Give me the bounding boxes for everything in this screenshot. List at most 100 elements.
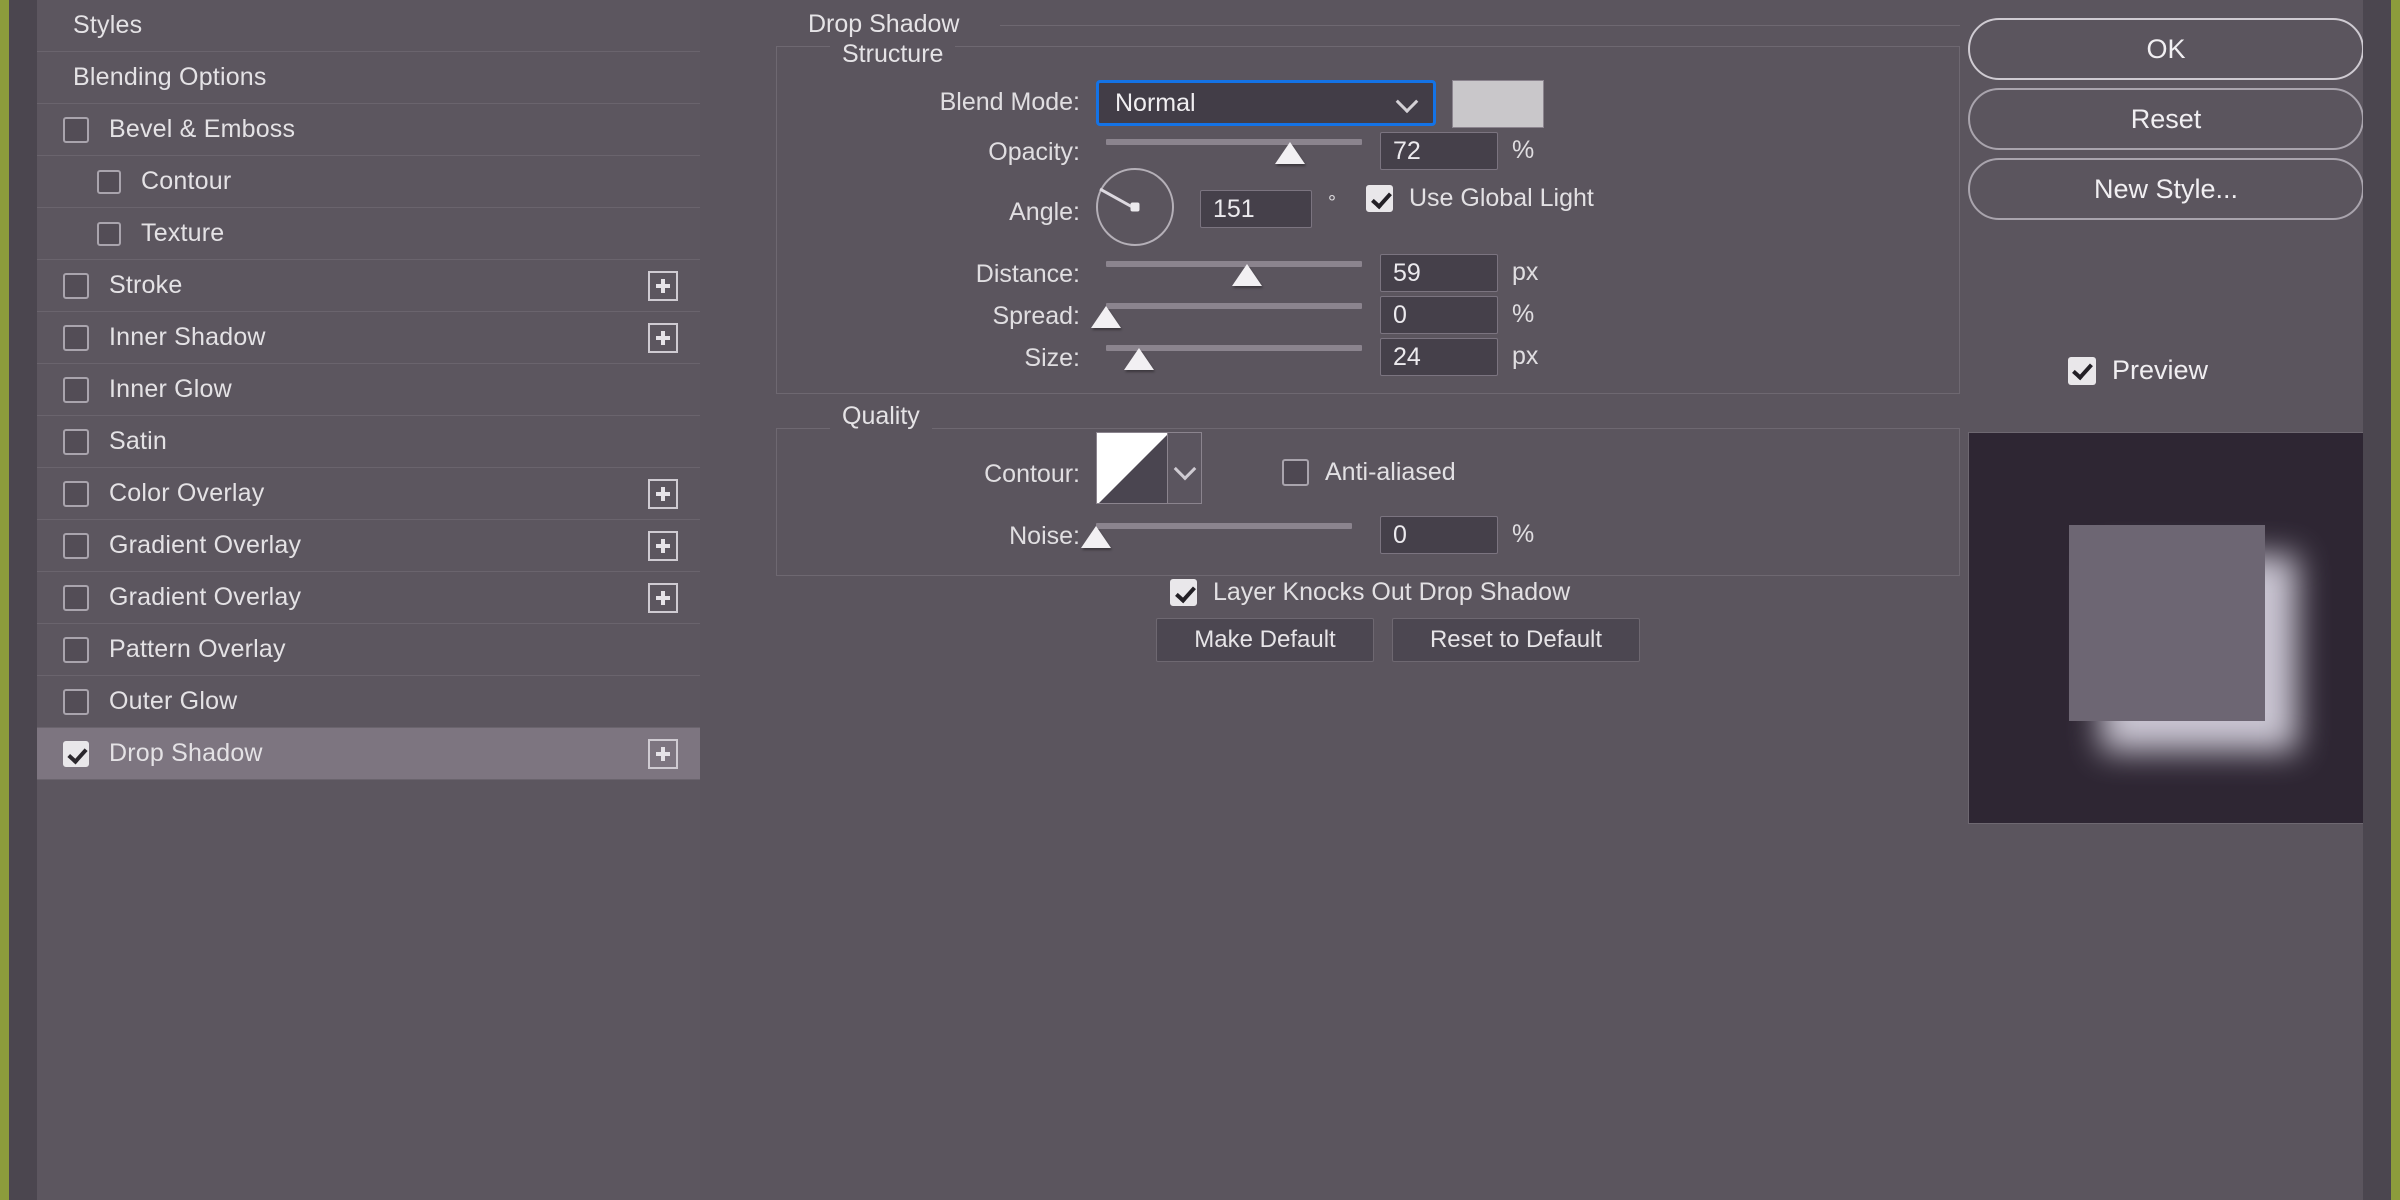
effect-toggle-checkbox[interactable] [97, 221, 121, 246]
effect-toggle-checkbox[interactable] [63, 532, 89, 559]
sidebar-item-inner-shadow[interactable]: Inner Shadow [37, 312, 700, 364]
effect-toggle-checkbox[interactable] [63, 740, 89, 767]
angle-dial-hub [1130, 202, 1140, 212]
sidebar-item-label: Pattern Overlay [109, 635, 286, 663]
spread-unit: % [1512, 300, 1535, 328]
sidebar-item-blending-options[interactable]: Blending Options [37, 52, 700, 104]
blend-mode-value: Normal [1115, 88, 1196, 117]
distance-value: 59 [1393, 258, 1421, 287]
noise-slider[interactable] [1081, 518, 1352, 548]
noise-unit: % [1512, 520, 1535, 548]
opacity-input[interactable]: 72 [1380, 132, 1498, 170]
effect-title-rule [1000, 25, 1960, 26]
sidebar-item-label: Contour [141, 167, 232, 195]
add-effect-plus-icon[interactable] [648, 270, 678, 301]
right-accent-bar [2391, 0, 2400, 1200]
sidebar-item-label: Satin [109, 427, 167, 455]
effect-toggle-checkbox[interactable] [63, 272, 89, 299]
sidebar-item-gradient-overlay[interactable]: Gradient Overlay [37, 572, 700, 624]
sidebar-item-label: Stroke [109, 271, 183, 299]
spread-label: Spread: [992, 302, 1080, 330]
angle-dial[interactable] [1096, 168, 1174, 246]
chevron-down-icon[interactable] [1168, 432, 1202, 504]
reset-to-default-button[interactable]: Reset to Default [1392, 618, 1640, 662]
sidebar-item-inner-glow[interactable]: Inner Glow [37, 364, 700, 416]
effect-title: Drop Shadow [796, 10, 972, 39]
sidebar-item-satin[interactable]: Satin [37, 416, 700, 468]
add-effect-plus-icon[interactable] [648, 530, 678, 561]
dialog-actions-panel: OK Reset New Style... Preview [1960, 0, 2370, 1200]
structure-legend: Structure [830, 40, 956, 69]
sidebar-item-bevel-emboss[interactable]: Bevel & Emboss [37, 104, 700, 156]
sidebar-item-label: Gradient Overlay [109, 583, 302, 611]
effect-toggle-checkbox[interactable] [63, 376, 89, 403]
sidebar-item-styles[interactable]: Styles [37, 0, 700, 52]
contour-picker[interactable] [1096, 432, 1202, 504]
distance-unit: px [1512, 258, 1539, 286]
effect-toggle-checkbox[interactable] [97, 169, 121, 194]
sidebar-item-label: Drop Shadow [109, 739, 263, 767]
left-accent-bar [0, 0, 9, 1200]
spread-slider[interactable] [1091, 298, 1362, 328]
opacity-slider[interactable] [1106, 134, 1362, 164]
sidebar-item-outer-glow[interactable]: Outer Glow [37, 676, 700, 728]
make-default-button[interactable]: Make Default [1156, 618, 1374, 662]
add-effect-plus-icon[interactable] [648, 322, 678, 353]
sidebar-item-label: Texture [141, 219, 225, 247]
noise-input[interactable]: 0 [1380, 516, 1498, 554]
size-unit: px [1512, 342, 1539, 370]
size-value: 24 [1393, 342, 1421, 371]
sidebar-item-label: Outer Glow [109, 687, 238, 715]
angle-value: 151 [1213, 194, 1255, 223]
use-global-light-label: Use Global Light [1409, 184, 1594, 212]
add-effect-plus-icon[interactable] [648, 738, 678, 769]
add-effect-plus-icon[interactable] [648, 582, 678, 613]
shadow-color-swatch[interactable] [1452, 80, 1544, 128]
effect-toggle-checkbox[interactable] [63, 324, 89, 351]
spread-input[interactable]: 0 [1380, 296, 1498, 334]
checkbox-box [1282, 459, 1309, 486]
distance-slider[interactable] [1106, 256, 1362, 286]
distance-input[interactable]: 59 [1380, 254, 1498, 292]
effect-toggle-checkbox[interactable] [63, 480, 89, 507]
contour-preview-swatch [1096, 432, 1168, 504]
slider-thumb[interactable] [1081, 526, 1111, 548]
effect-toggle-checkbox[interactable] [63, 584, 89, 611]
blend-mode-select[interactable]: Normal [1096, 80, 1436, 126]
sidebar-item-contour[interactable]: Contour [37, 156, 700, 208]
slider-thumb[interactable] [1091, 306, 1121, 328]
ok-button[interactable]: OK [1968, 18, 2364, 80]
layer-knocks-out-checkbox[interactable]: Layer Knocks Out Drop Shadow [1170, 578, 1570, 607]
sidebar-item-label: Color Overlay [109, 479, 265, 507]
sidebar-item-stroke[interactable]: Stroke [37, 260, 700, 312]
size-input[interactable]: 24 [1380, 338, 1498, 376]
sidebar-item-label: Gradient Overlay [109, 531, 302, 559]
sidebar-item-label: Bevel & Emboss [109, 115, 296, 143]
effect-toggle-checkbox[interactable] [63, 636, 89, 663]
checkbox-box [2068, 356, 2096, 385]
preview-checkbox[interactable]: Preview [2068, 355, 2208, 386]
reset-button[interactable]: Reset [1968, 88, 2364, 150]
sidebar-item-gradient-overlay[interactable]: Gradient Overlay [37, 520, 700, 572]
checkbox-box [1366, 185, 1393, 212]
effect-toggle-checkbox[interactable] [63, 116, 89, 143]
sidebar-item-drop-shadow[interactable]: Drop Shadow [37, 728, 700, 780]
add-effect-plus-icon[interactable] [648, 478, 678, 509]
slider-thumb[interactable] [1275, 142, 1306, 164]
size-slider[interactable] [1106, 340, 1362, 370]
noise-label: Noise: [1009, 522, 1080, 550]
slider-thumb[interactable] [1231, 264, 1262, 286]
drop-shadow-settings-panel: Drop Shadow Structure Blend Mode: Normal… [740, 0, 1960, 1200]
new-style-button[interactable]: New Style... [1968, 158, 2364, 220]
angle-input[interactable]: 151 [1200, 190, 1312, 228]
slider-thumb[interactable] [1124, 348, 1155, 370]
sidebar-item-texture[interactable]: Texture [37, 208, 700, 260]
sidebar-item-pattern-overlay[interactable]: Pattern Overlay [37, 624, 700, 676]
effect-toggle-checkbox[interactable] [63, 688, 89, 715]
effect-toggle-checkbox[interactable] [63, 428, 89, 455]
sidebar-item-color-overlay[interactable]: Color Overlay [37, 468, 700, 520]
sidebar-item-label: Inner Shadow [109, 323, 266, 351]
anti-aliased-checkbox[interactable]: Anti-aliased [1282, 458, 1456, 487]
use-global-light-checkbox[interactable]: Use Global Light [1366, 184, 1594, 213]
noise-value: 0 [1393, 520, 1407, 549]
